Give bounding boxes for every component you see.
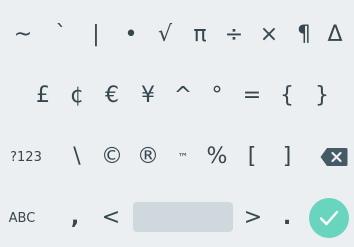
- key-caret[interactable]: ^: [164, 73, 202, 119]
- key-backtick[interactable]: `: [42, 12, 80, 58]
- key-left-brace[interactable]: {: [268, 73, 306, 119]
- backspace-icon: [320, 148, 348, 166]
- key-pipe[interactable]: |: [77, 12, 115, 58]
- key-left-bracket[interactable]: [: [233, 134, 271, 180]
- key-right-bracket[interactable]: ]: [268, 134, 306, 180]
- keyboard-row-4: ABC , < > .: [0, 198, 354, 238]
- key-yen[interactable]: ¥: [129, 73, 167, 119]
- symbol-keyboard: ~ ` | • √ π ÷ × ¶ Δ £ ¢ € ¥ ^ ° = { } ?1…: [0, 0, 354, 247]
- keyboard-row-1: ~ ` | • √ π ÷ × ¶ Δ: [0, 12, 354, 58]
- key-delta[interactable]: Δ: [316, 12, 354, 58]
- key-bullet[interactable]: •: [112, 12, 150, 58]
- key-degree[interactable]: °: [198, 73, 236, 119]
- key-right-brace[interactable]: }: [303, 73, 341, 119]
- key-numbers-mode[interactable]: ?123: [0, 134, 52, 180]
- key-greater-than[interactable]: >: [236, 198, 270, 238]
- key-tilde[interactable]: ~: [4, 12, 42, 58]
- key-trademark[interactable]: ™: [164, 134, 202, 180]
- key-copyright[interactable]: ©: [93, 134, 131, 180]
- key-euro[interactable]: €: [93, 73, 131, 119]
- key-registered[interactable]: ®: [129, 134, 167, 180]
- keyboard-row-2: £ ¢ € ¥ ^ ° = { }: [0, 73, 354, 119]
- key-cent[interactable]: ¢: [58, 73, 96, 119]
- key-letters-mode[interactable]: ABC: [0, 198, 44, 238]
- key-equals[interactable]: =: [233, 73, 271, 119]
- key-comma[interactable]: ,: [58, 198, 92, 238]
- keyboard-row-3: ?123 \ © ® ™ % [ ]: [0, 134, 354, 180]
- enter-button[interactable]: [309, 198, 349, 238]
- key-less-than[interactable]: <: [94, 198, 128, 238]
- key-percent[interactable]: %: [198, 134, 236, 180]
- key-pound[interactable]: £: [24, 73, 62, 119]
- key-backslash[interactable]: \: [58, 134, 96, 180]
- key-multiply[interactable]: ×: [250, 12, 288, 58]
- space-bar[interactable]: [133, 202, 233, 232]
- backspace-key[interactable]: [314, 134, 354, 180]
- key-period[interactable]: .: [270, 198, 304, 238]
- check-icon: [319, 210, 339, 226]
- key-sqrt[interactable]: √: [146, 12, 184, 58]
- key-pi[interactable]: π: [181, 12, 219, 58]
- key-divide[interactable]: ÷: [215, 12, 253, 58]
